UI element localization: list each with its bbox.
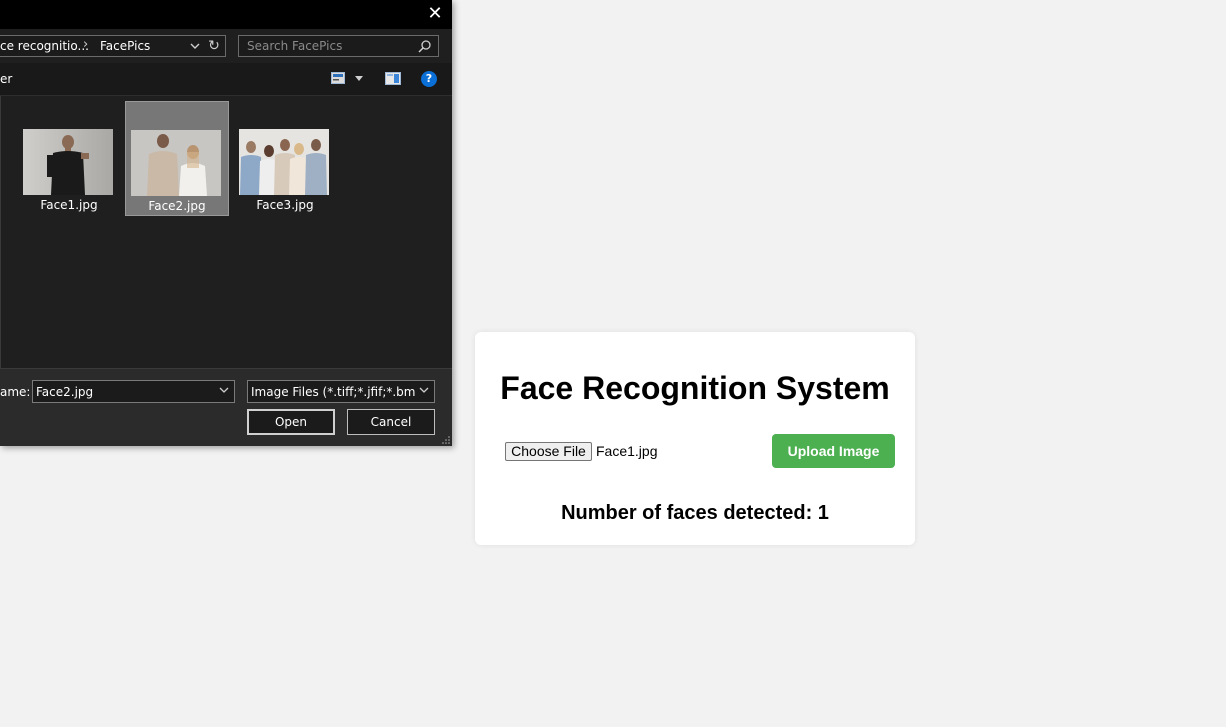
file-name-input[interactable]: Face2.jpg [32, 380, 235, 403]
file-type-value[interactable]: Image Files (*.tiff;*.jfif;*.bmp;*.gif [251, 385, 415, 399]
face1-thumbnail [23, 129, 113, 195]
dialog-bottom-pane: ame: Face2.jpg Image Files (*.tiff;*.jfi… [0, 368, 452, 446]
resize-grip-icon[interactable] [442, 436, 450, 444]
chevron-down-icon[interactable] [219, 385, 229, 395]
file-item-face2[interactable]: Face2.jpg [125, 101, 229, 216]
file-item-face1[interactable]: Face1.jpg [17, 101, 121, 216]
breadcrumb-current[interactable]: FacePics [100, 39, 150, 53]
faces-detected-result: Number of faces detected: 1 [561, 502, 829, 524]
file-open-dialog: ✕ ce recognitio... › FacePics ↻ Search F… [0, 0, 452, 446]
choose-file-button[interactable]: Choose File [505, 442, 592, 461]
file-name: Face3.jpg [256, 198, 314, 212]
refresh-icon[interactable]: ↻ [206, 37, 222, 55]
file-name-value[interactable]: Face2.jpg [36, 385, 93, 399]
dialog-titlebar[interactable]: ✕ [0, 0, 452, 29]
search-placeholder: Search FacePics [247, 39, 343, 53]
file-name: Face2.jpg [148, 199, 206, 213]
file-name: Face1.jpg [40, 198, 98, 212]
address-bar[interactable]: ce recognitio... › FacePics ↻ [0, 35, 226, 57]
page-title: Face Recognition System [500, 370, 890, 406]
cancel-button[interactable]: Cancel [347, 409, 435, 435]
view-dropdown-icon[interactable] [355, 76, 363, 81]
upload-image-button[interactable]: Upload Image [772, 434, 895, 468]
face3-thumbnail [239, 129, 329, 195]
search-icon[interactable] [418, 39, 432, 53]
change-view-icon[interactable] [331, 72, 345, 84]
chevron-down-icon[interactable] [188, 37, 202, 55]
file-type-select[interactable]: Image Files (*.tiff;*.jfif;*.bmp;*.gif [247, 380, 435, 403]
face2-thumbnail [131, 130, 221, 196]
breadcrumb-parent[interactable]: ce recognitio... [0, 39, 89, 53]
file-list: Face1.jpg Face2.jpg Face3.jpg [0, 96, 452, 368]
new-folder-button[interactable]: er [0, 72, 12, 86]
preview-pane-icon[interactable] [385, 72, 401, 85]
dialog-toolbar: er ? [0, 63, 452, 96]
chosen-file-name: Face1.jpg [596, 443, 658, 459]
file-name-label: ame: [0, 385, 31, 399]
search-input[interactable]: Search FacePics [238, 35, 439, 57]
help-icon[interactable]: ? [421, 71, 437, 87]
open-button[interactable]: Open [247, 409, 335, 435]
close-icon[interactable]: ✕ [424, 3, 446, 25]
breadcrumb-separator-icon[interactable]: › [83, 37, 88, 52]
face-recognition-card: Face Recognition System Choose File Face… [475, 332, 915, 545]
file-item-face3[interactable]: Face3.jpg [233, 101, 337, 216]
chevron-down-icon[interactable] [419, 385, 429, 395]
